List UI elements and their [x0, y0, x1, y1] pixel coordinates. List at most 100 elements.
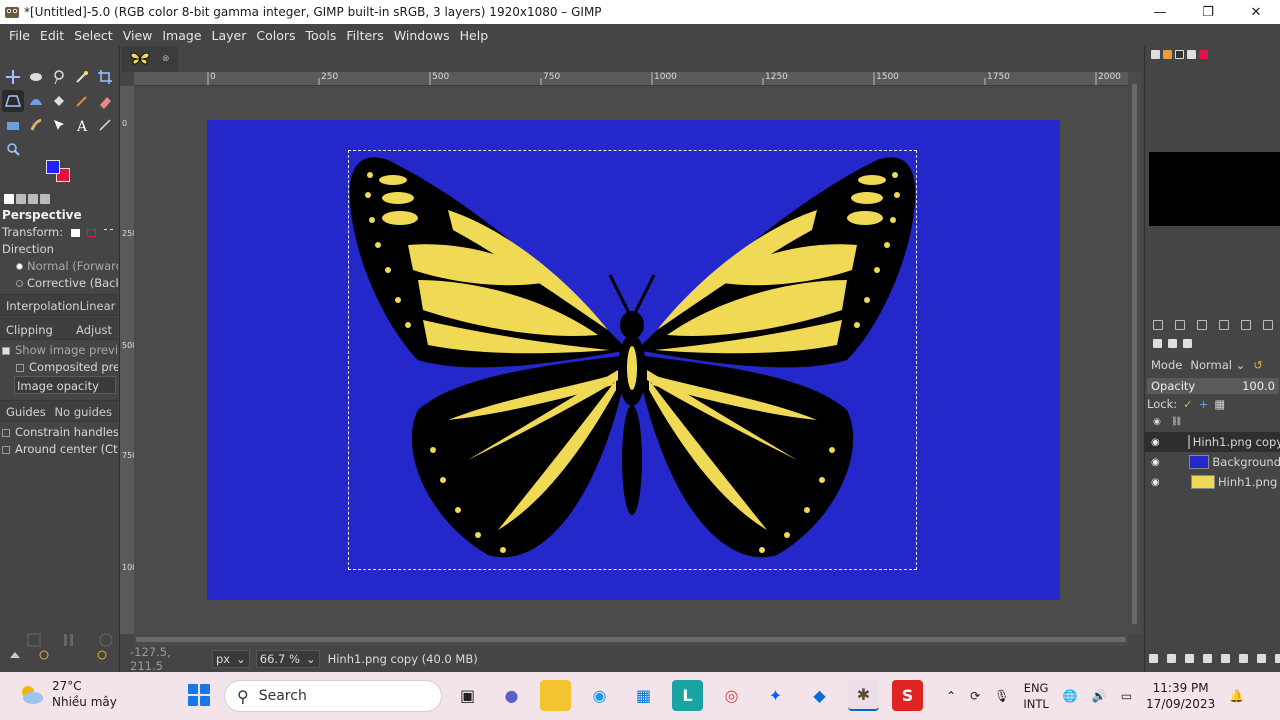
- layer-opacity-slider[interactable]: Opacity 100.0: [1147, 378, 1279, 394]
- fg-bg-color-selector[interactable]: [44, 158, 76, 188]
- dropbox-icon[interactable]: ✦: [760, 680, 791, 711]
- constrain-handles-checkbox[interactable]: Constrain handles (Shift): [0, 424, 118, 441]
- brush-delete-icon[interactable]: [1219, 320, 1229, 330]
- notifications-icon[interactable]: 🔔: [1229, 689, 1244, 703]
- menu-help[interactable]: Help: [455, 28, 494, 43]
- guides-select[interactable]: Guides No guides: [0, 400, 118, 422]
- unit-select[interactable]: px ⌄: [212, 650, 250, 668]
- eye-icon[interactable]: ◉: [1151, 437, 1160, 448]
- close-tab-icon[interactable]: ⊗: [162, 54, 170, 64]
- layer-row[interactable]: ◉ Hinh1.png copy: [1145, 432, 1280, 452]
- lock-alpha-icon[interactable]: ▦: [1214, 397, 1225, 411]
- crop-tool-icon[interactable]: [94, 66, 116, 88]
- brushes-tab-icon[interactable]: [1151, 50, 1160, 59]
- rect-select-tool-icon[interactable]: [25, 66, 47, 88]
- new-layer-icon[interactable]: [1149, 654, 1158, 663]
- paths-tab-icon[interactable]: [1183, 339, 1192, 348]
- chrome-icon[interactable]: ◎: [716, 680, 747, 711]
- patterns-tab-icon[interactable]: [1163, 50, 1172, 59]
- gimp-taskbar-icon[interactable]: ✱: [848, 680, 879, 711]
- measure-tool-icon[interactable]: [94, 114, 116, 136]
- lasso-tool-icon[interactable]: [48, 66, 70, 88]
- duplicate-layer-icon[interactable]: [1221, 654, 1230, 663]
- foreground-color-swatch[interactable]: [46, 160, 60, 174]
- chevron-up-icon[interactable]: ⌃: [946, 689, 956, 703]
- horizontal-scroll-thumb[interactable]: [136, 637, 1126, 642]
- text-tool-icon[interactable]: A: [71, 114, 93, 136]
- menu-image[interactable]: Image: [157, 28, 206, 43]
- images-tab-icon[interactable]: [40, 194, 50, 204]
- microsoft-store-icon[interactable]: ▦: [628, 680, 659, 711]
- around-center-checkbox[interactable]: Around center (Ctrl): [0, 441, 118, 458]
- zoom-tool-icon[interactable]: [2, 138, 24, 160]
- brush-new-icon[interactable]: [1153, 320, 1163, 330]
- maximize-button[interactable]: ❐: [1184, 0, 1232, 24]
- eye-icon[interactable]: ◉: [1151, 457, 1161, 468]
- composited-preview-checkbox[interactable]: Composited preview: [0, 359, 118, 376]
- clock[interactable]: 11:39 PM 17/09/2023: [1146, 680, 1215, 712]
- fuzzy-select-tool-icon[interactable]: [71, 66, 93, 88]
- raise-layer-icon[interactable]: [1185, 654, 1194, 663]
- layers-tab-icon[interactable]: [1153, 339, 1162, 348]
- reset-mode-icon[interactable]: ↺: [1253, 358, 1263, 372]
- photos-icon[interactable]: ◆: [804, 680, 835, 711]
- taskbar-search[interactable]: ⚲ Search: [224, 680, 442, 712]
- volume-icon[interactable]: 🔊: [1092, 689, 1107, 703]
- undo-history-tab-icon[interactable]: [28, 194, 38, 204]
- paths-tool-icon[interactable]: [48, 114, 70, 136]
- menu-view[interactable]: View: [118, 28, 158, 43]
- new-group-icon[interactable]: [1167, 654, 1176, 663]
- menu-windows[interactable]: Windows: [389, 28, 455, 43]
- transform-layer-icon[interactable]: [70, 228, 80, 237]
- move-tool-icon[interactable]: [2, 66, 24, 88]
- layer-row[interactable]: ◉ Hinh1.png: [1145, 472, 1280, 492]
- task-view-icon[interactable]: ▣: [452, 680, 483, 711]
- menu-filters[interactable]: Filters: [341, 28, 388, 43]
- microphone-icon[interactable]: 🎙: [994, 689, 1009, 703]
- show-preview-checkbox[interactable]: Show image preview: [0, 342, 118, 359]
- layer-row[interactable]: ◉ Background: [1145, 452, 1280, 472]
- sync-icon[interactable]: ⟳: [970, 689, 980, 703]
- language-indicator[interactable]: ENG INTL: [1023, 680, 1048, 712]
- document-history-tab-icon[interactable]: [1187, 50, 1196, 59]
- perspective-tool-icon[interactable]: [2, 90, 24, 112]
- brush-refresh-icon[interactable]: [1241, 320, 1251, 330]
- teams-chat-icon[interactable]: ●: [496, 680, 527, 711]
- menu-layer[interactable]: Layer: [207, 28, 252, 43]
- transform-selection-icon[interactable]: [87, 228, 97, 237]
- image-opacity-slider[interactable]: Image opacity: [14, 376, 116, 394]
- delete-layer-icon[interactable]: [1275, 654, 1280, 663]
- image-canvas[interactable]: [134, 86, 1128, 634]
- zoom-select[interactable]: 66.7 % ⌄: [255, 650, 320, 668]
- direction-corrective-radio[interactable]: Corrective (Backward): [0, 275, 118, 292]
- horizontal-scrollbar[interactable]: [134, 634, 1128, 646]
- app-s-icon[interactable]: S: [892, 680, 923, 711]
- warp-tool-icon[interactable]: [25, 90, 47, 112]
- menu-tools[interactable]: Tools: [301, 28, 342, 43]
- start-button[interactable]: [188, 684, 210, 706]
- lower-layer-icon[interactable]: [1203, 654, 1212, 663]
- vertical-scroll-thumb[interactable]: [1132, 84, 1137, 624]
- minimize-button[interactable]: —: [1136, 0, 1184, 24]
- interpolation-select[interactable]: Interpolation Linear: [0, 294, 118, 316]
- menu-file[interactable]: File: [4, 28, 35, 43]
- vertical-scrollbar[interactable]: [1128, 72, 1142, 634]
- direction-normal-radio[interactable]: Normal (Forward): [0, 258, 118, 275]
- eraser-tool-icon[interactable]: [94, 90, 116, 112]
- battery-icon[interactable]: ▭: [1121, 689, 1132, 703]
- brush-edit-icon[interactable]: [1197, 320, 1207, 330]
- close-button[interactable]: ✕: [1232, 0, 1280, 24]
- tool-options-tab-icon[interactable]: [4, 194, 14, 204]
- weather-widget[interactable]: 27°C Nhiều mây: [18, 678, 117, 710]
- brush-duplicate-icon[interactable]: [1175, 320, 1185, 330]
- anchor-layer-icon[interactable]: [1239, 654, 1248, 663]
- brush-open-icon[interactable]: [1263, 320, 1273, 330]
- clipping-select[interactable]: Clipping Adjust: [0, 318, 118, 340]
- lock-position-icon[interactable]: +: [1199, 397, 1209, 411]
- channels-tab-icon[interactable]: [1168, 339, 1177, 348]
- menu-colors[interactable]: Colors: [251, 28, 300, 43]
- mode-select[interactable]: Normal ⌄: [1190, 358, 1245, 372]
- edge-browser-icon[interactable]: ◉: [584, 680, 615, 711]
- mask-layer-icon[interactable]: [1257, 654, 1266, 663]
- device-status-tab-icon[interactable]: [16, 194, 26, 204]
